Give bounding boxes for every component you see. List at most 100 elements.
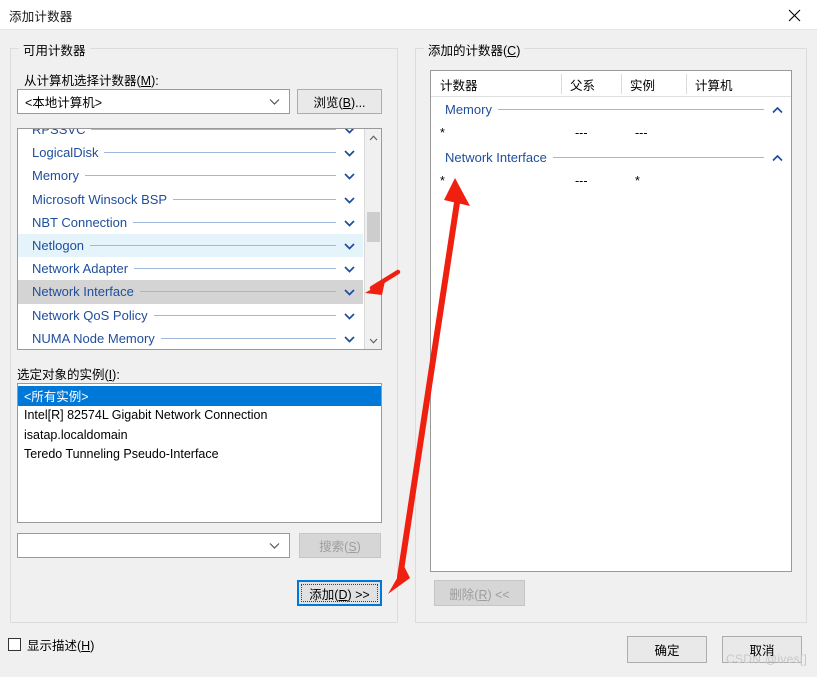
chevron-down-icon: [344, 312, 355, 320]
counter-name: Microsoft Winsock BSP: [32, 191, 168, 207]
counter-name: LogicalDisk: [32, 145, 99, 161]
row-rule: [91, 129, 336, 131]
search-button[interactable]: 搜索(S): [299, 533, 381, 558]
row-rule: [90, 245, 336, 247]
remove-button[interactable]: 删除(R) <<: [434, 580, 525, 606]
counter-group-row[interactable]: Memory: [431, 97, 791, 121]
chevron-down-icon: [344, 266, 355, 273]
scrollbar-thumb[interactable]: [367, 212, 380, 242]
ok-button[interactable]: 确定: [627, 636, 707, 663]
table-cell: *: [635, 174, 640, 188]
chevron-down-icon: [344, 220, 355, 227]
counter-name: NBT Connection: [32, 214, 128, 230]
column-divider: [561, 74, 562, 94]
counter-name: Network Adapter: [32, 261, 129, 277]
table-row[interactable]: * --- ---: [431, 121, 791, 145]
counter-list-item[interactable]: Network QoS Policy: [18, 304, 363, 327]
available-counters-legend: 可用计数器: [19, 40, 90, 59]
table-body: Memory * --- --- Network Interface * --- *: [431, 97, 791, 193]
row-rule: [133, 221, 336, 223]
close-button[interactable]: [771, 0, 817, 30]
table-row[interactable]: * --- *: [431, 169, 791, 193]
expand-chevron[interactable]: [344, 308, 355, 323]
add-counters-dialog: 添加计数器 可用计数器 从计算机选择计数器(M): <本地计算机> 浏览(B).…: [0, 0, 817, 677]
counter-list-item[interactable]: Memory: [18, 164, 363, 187]
row-rule: [552, 156, 764, 158]
instance-list-item[interactable]: Teredo Tunneling Pseudo-Interface: [18, 445, 381, 465]
column-divider: [686, 74, 687, 94]
instance-list-item[interactable]: Intel[R] 82574L Gigabit Network Connecti…: [18, 406, 381, 426]
chevron-down-icon: [344, 173, 355, 181]
chevron-down-icon: [344, 150, 355, 157]
select-computer-label: 从计算机选择计数器(M):: [24, 74, 159, 88]
expand-chevron[interactable]: [344, 168, 355, 183]
computer-select[interactable]: <本地计算机>: [17, 89, 290, 114]
chevron-down-icon: [344, 129, 355, 134]
collapse-chevron[interactable]: [772, 150, 783, 165]
cancel-button-label: 取消: [749, 644, 775, 658]
row-rule: [497, 108, 764, 110]
search-button-label: 搜索(S): [319, 540, 361, 554]
instance-list-item[interactable]: <所有实例>: [18, 386, 381, 406]
row-rule: [134, 268, 336, 270]
chevron-up-icon: [772, 106, 783, 113]
search-input[interactable]: [17, 533, 290, 558]
table-cell: [700, 169, 791, 193]
expand-chevron[interactable]: [344, 331, 355, 346]
expand-chevron[interactable]: [344, 192, 355, 207]
counter-list-scrollbar[interactable]: [364, 129, 381, 349]
chevron-down-icon: [344, 243, 355, 250]
expand-chevron[interactable]: [344, 129, 355, 137]
counter-list-item[interactable]: NUMA Node Memory: [18, 327, 363, 349]
counter-list-item[interactable]: RPSSVC: [18, 128, 363, 141]
column-header[interactable]: 计数器: [431, 71, 561, 97]
counter-name: RPSSVC: [32, 128, 86, 138]
table-cell: [700, 121, 791, 145]
collapse-chevron[interactable]: [772, 102, 783, 117]
table-cell: *: [440, 126, 445, 140]
table-header: 计数器 父系 实例 计算机: [431, 71, 791, 97]
scroll-up-button[interactable]: [365, 129, 381, 146]
scroll-down-button[interactable]: [365, 332, 381, 349]
chevron-down-icon: [344, 336, 355, 343]
expand-chevron[interactable]: [344, 145, 355, 160]
row-rule: [104, 152, 336, 154]
added-counters-table[interactable]: 计数器 父系 实例 计算机 Memory * --- --- Network Interfac…: [430, 70, 792, 572]
column-divider: [791, 74, 792, 94]
counter-list-item[interactable]: Network Adapter: [18, 257, 363, 280]
show-description-checkbox[interactable]: 显示描述(H): [8, 635, 94, 654]
row-rule: [173, 198, 336, 200]
expand-chevron[interactable]: [344, 238, 355, 253]
counter-list-item[interactable]: Netlogon: [18, 233, 363, 258]
counter-list-item[interactable]: Microsoft Winsock BSP: [18, 188, 363, 211]
counter-name: Network Interface: [32, 284, 134, 300]
chevron-down-icon: [269, 542, 280, 549]
chevron-up-icon: [369, 134, 378, 140]
ok-button-label: 确定: [654, 644, 680, 658]
counter-group-name: Network Interface: [445, 149, 547, 165]
expand-chevron[interactable]: [344, 261, 355, 276]
expand-chevron[interactable]: [344, 215, 355, 230]
instances-list[interactable]: <所有实例> Intel[R] 82574L Gigabit Network Co…: [17, 383, 382, 523]
instance-list-item[interactable]: isatap.localdomain: [18, 425, 381, 445]
counter-group-row[interactable]: Network Interface: [431, 145, 791, 169]
column-divider: [621, 74, 622, 94]
counter-group-name: Memory: [445, 101, 492, 117]
counter-list-item[interactable]: Network Interface: [18, 280, 363, 304]
row-rule: [84, 175, 336, 177]
column-header[interactable]: 实例: [621, 71, 686, 97]
expand-chevron[interactable]: [344, 284, 355, 299]
window-title: 添加计数器: [9, 10, 73, 24]
browse-button[interactable]: 浏览(B)...: [297, 89, 382, 114]
counter-list-item[interactable]: NBT Connection: [18, 211, 363, 234]
add-button[interactable]: 添加(D) >>: [297, 580, 382, 606]
column-header[interactable]: 父系: [561, 71, 621, 97]
counter-list-item[interactable]: LogicalDisk: [18, 141, 363, 164]
browse-button-label: 浏览(B)...: [313, 96, 366, 110]
add-button-label: 添加(D) >>: [309, 587, 370, 602]
available-counters-list[interactable]: RPSSVC LogicalDisk Memory Microsoft Winsock…: [17, 128, 382, 350]
remove-button-label: 删除(R) <<: [449, 587, 510, 602]
row-rule: [160, 337, 336, 339]
counter-name: Memory: [32, 168, 79, 184]
column-header[interactable]: 计算机: [686, 71, 791, 97]
